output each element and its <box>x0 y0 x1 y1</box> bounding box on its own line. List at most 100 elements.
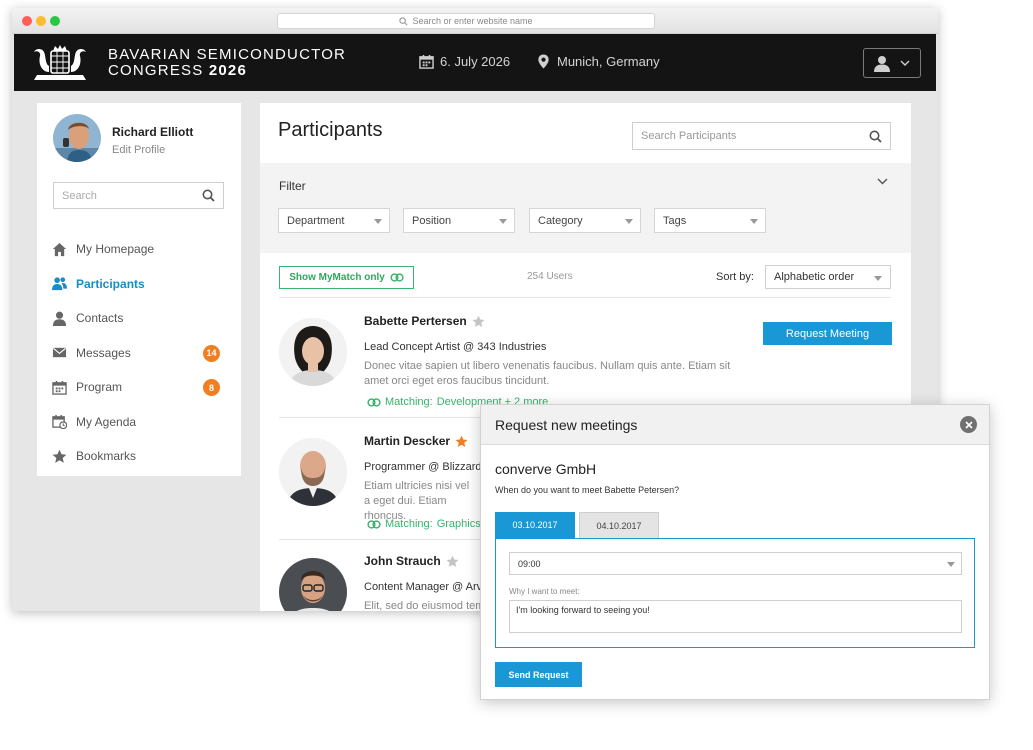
category-dropdown[interactable]: Category <box>529 208 641 233</box>
participant-photo[interactable] <box>279 438 347 506</box>
agenda-icon <box>51 415 67 430</box>
sidebar-item-participants[interactable]: Participants <box>51 267 231 302</box>
user-icon <box>874 55 890 72</box>
modal-title: Request new meetings <box>495 417 638 433</box>
modal-header: Request new meetings <box>481 405 989 445</box>
participant-name-row: Martin Descker <box>364 434 468 448</box>
calendar-icon <box>419 54 434 69</box>
dropdown-label: Tags <box>663 214 687 227</box>
sidebar-item-bookmarks[interactable]: Bookmarks <box>51 439 231 474</box>
dropdown-label: Position <box>412 214 452 227</box>
participants-search-input[interactable]: Search Participants <box>632 122 891 150</box>
divider <box>279 297 891 298</box>
person-icon <box>52 311 66 326</box>
matching-label: Matching: <box>385 396 433 408</box>
sidebar-item-program[interactable]: Program 8 <box>51 370 231 405</box>
search-icon <box>202 189 215 202</box>
star-icon <box>52 449 66 463</box>
dropdown-arrow-icon <box>625 219 633 224</box>
reason-textarea[interactable]: I'm looking forward to seeing you! <box>509 600 962 633</box>
chevron-down-icon[interactable] <box>877 178 888 185</box>
sort-dropdown[interactable]: Alphabetic order <box>765 265 891 289</box>
reason-label: Why I want to meet: <box>509 587 580 596</box>
edit-profile-link[interactable]: Edit Profile <box>112 144 165 156</box>
department-dropdown[interactable]: Department <box>278 208 390 233</box>
home-icon <box>52 242 66 256</box>
request-meeting-button[interactable]: Request Meeting <box>763 322 892 345</box>
event-date-text: 6. July 2026 <box>440 54 511 69</box>
program-count-badge: 8 <box>203 379 220 396</box>
congress-title: BAVARIAN SEMICONDUCTOR CONGRESS 2026 <box>108 47 346 79</box>
participant-role: Lead Concept Artist @ 343 Industries <box>364 341 547 353</box>
url-placeholder: Search or enter website name <box>412 16 533 26</box>
show-mymatch-toggle[interactable]: Show MyMatch only <box>279 266 414 289</box>
coat-of-arms-logo <box>34 45 86 80</box>
send-request-button[interactable]: Send Request <box>495 662 582 687</box>
dropdown-arrow-icon <box>499 219 507 224</box>
minimize-window-dot[interactable] <box>36 16 46 26</box>
sidebar-item-label: My Homepage <box>76 242 155 257</box>
event-location-text: Munich, Germany <box>557 54 660 69</box>
search-icon <box>869 130 882 143</box>
participant-photo[interactable] <box>279 558 347 611</box>
participant-name[interactable]: John Strauch <box>364 554 441 568</box>
maximize-window-dot[interactable] <box>50 16 60 26</box>
participant-description: Donec vitae sapien ut libero venenatis f… <box>364 360 731 387</box>
congress-word: CONGRESS <box>108 62 204 79</box>
page-title: Participants <box>278 119 383 141</box>
close-icon <box>964 420 973 429</box>
sidebar-search-input[interactable]: Search <box>53 182 224 209</box>
dropdown-label: Department <box>287 214 345 227</box>
sidebar-item-label: Participants <box>76 276 145 291</box>
time-select[interactable]: 09:00 <box>509 552 962 575</box>
participant-name[interactable]: Martin Descker <box>364 434 450 448</box>
dropdown-arrow-icon <box>750 219 758 224</box>
sidebar-item-label: Contacts <box>76 311 124 326</box>
tab-date-1[interactable]: 03.10.2017 <box>495 512 575 538</box>
sidebar-item-label: Program <box>76 380 123 395</box>
bookmark-star-icon[interactable] <box>455 435 468 448</box>
congress-title-line1: BAVARIAN SEMICONDUCTOR <box>108 46 347 63</box>
profile-avatar[interactable] <box>53 114 101 162</box>
sidebar-item-messages[interactable]: Messages 14 <box>51 336 231 371</box>
match-rings-icon <box>390 273 404 282</box>
position-dropdown[interactable]: Position <box>403 208 515 233</box>
bookmark-star-icon[interactable] <box>446 555 459 568</box>
event-date: 6. July 2026 <box>419 54 510 69</box>
date-tab-panel: 09:00 Why I want to meet: I'm looking fo… <box>495 538 975 648</box>
calendar-icon <box>51 380 67 395</box>
sidebar-item-contacts[interactable]: Contacts <box>51 301 231 336</box>
participant-photo[interactable] <box>279 318 347 386</box>
bookmark-star-icon[interactable] <box>472 315 485 328</box>
close-window-dot[interactable] <box>22 16 32 26</box>
people-icon <box>51 277 67 291</box>
tags-dropdown[interactable]: Tags <box>654 208 766 233</box>
matching-value[interactable]: Graphics <box>437 518 481 530</box>
sidebar: Richard Elliott Edit Profile Search My H… <box>37 103 241 476</box>
mymatch-label: Show MyMatch only <box>289 272 385 283</box>
match-rings-icon <box>367 519 381 529</box>
sort-label: Sort by: <box>716 271 754 283</box>
messages-count-badge: 14 <box>203 344 220 362</box>
participant-name[interactable]: Babette Pertersen <box>364 314 467 328</box>
sidebar-item-my-agenda[interactable]: My Agenda <box>51 405 231 440</box>
sidebar-item-label: Messages <box>76 345 131 360</box>
app-header: BAVARIAN SEMICONDUCTOR CONGRESS 2026 6. … <box>14 34 936 91</box>
sidebar-item-label: Bookmarks <box>76 449 137 464</box>
browser-toolbar: Search or enter website name <box>12 8 938 34</box>
user-menu-button[interactable] <box>863 48 921 78</box>
participant-role: Programmer @ Blizzard <box>364 461 482 473</box>
participant-name-row: Babette Pertersen <box>364 314 485 328</box>
sidebar-item-my-homepage[interactable]: My Homepage <box>51 232 231 267</box>
participant-role: Content Manager @ Arvo <box>364 581 489 593</box>
url-bar[interactable]: Search or enter website name <box>277 13 655 29</box>
event-location: Munich, Germany <box>536 54 660 69</box>
meeting-question: When do you want to meet Babette Peterse… <box>495 485 680 495</box>
location-pin-icon <box>538 54 549 69</box>
user-count: 254 Users <box>527 271 573 282</box>
dropdown-arrow-icon <box>874 276 882 281</box>
company-name: converve GmbH <box>495 461 597 477</box>
close-button[interactable] <box>960 416 977 433</box>
tab-date-2[interactable]: 04.10.2017 <box>579 512 659 538</box>
sidebar-nav: My Homepage Participants Contacts Messag… <box>51 232 231 474</box>
